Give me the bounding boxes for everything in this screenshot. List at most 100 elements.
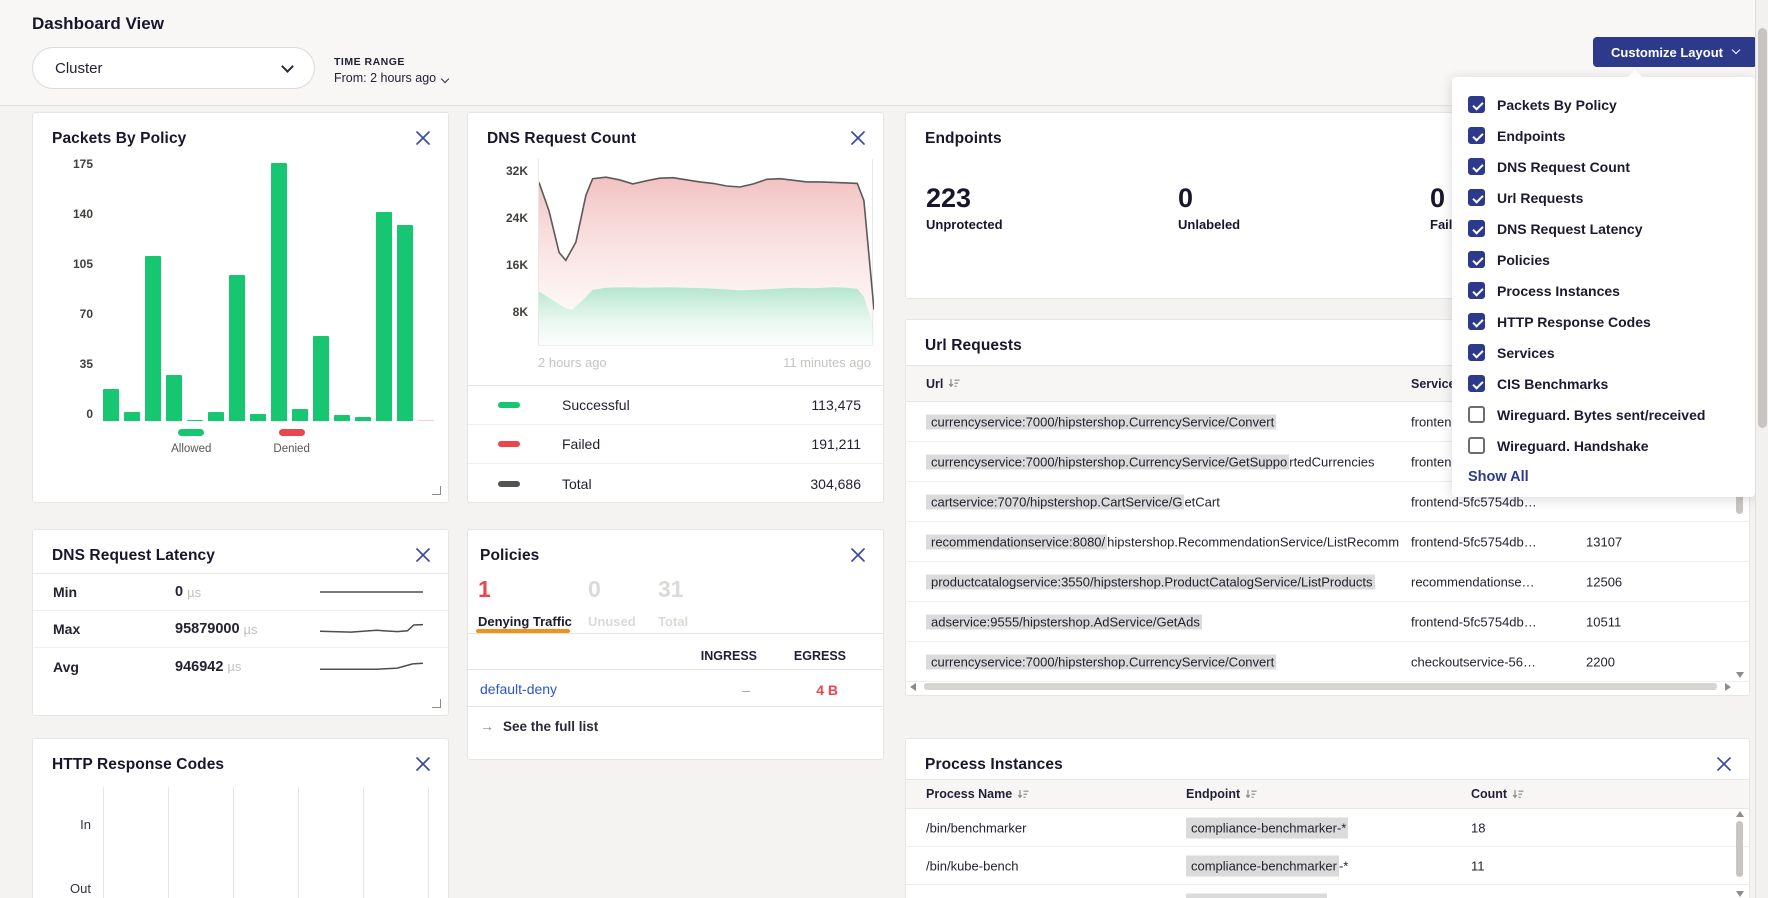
- scroll-right-icon[interactable]: [1725, 683, 1731, 691]
- vertical-scrollbar[interactable]: [1735, 811, 1745, 897]
- checkbox[interactable]: [1468, 375, 1485, 392]
- resize-handle[interactable]: [432, 486, 441, 495]
- card-title: Endpoints: [925, 130, 1002, 148]
- menu-item-cis-benchmarks[interactable]: CIS Benchmarks: [1452, 368, 1755, 399]
- scroll-down-icon[interactable]: [1736, 672, 1744, 678]
- bar: [208, 412, 224, 421]
- chevron-down-icon: [1732, 46, 1740, 54]
- stat-unprotected: 223 Unprotected: [926, 183, 1178, 232]
- checkbox[interactable]: [1468, 437, 1485, 454]
- card-title: Process Instances: [925, 756, 1063, 774]
- column-header-count[interactable]: Count: [1471, 787, 1524, 801]
- sort-icon: [1017, 789, 1029, 800]
- cluster-select[interactable]: Cluster: [32, 47, 315, 89]
- policy-ingress-value: –: [742, 682, 750, 698]
- x-axis: 2 hours ago 11 minutes ago: [538, 355, 871, 370]
- bar: [124, 412, 140, 421]
- menu-item-packets-by-policy[interactable]: Packets By Policy: [1452, 89, 1755, 120]
- sort-icon: [948, 378, 960, 389]
- close-icon[interactable]: [849, 546, 867, 564]
- horizontal-scrollbar[interactable]: [910, 681, 1731, 692]
- menu-item-endpoints[interactable]: Endpoints: [1452, 120, 1755, 151]
- customize-layout-dropdown: Packets By Policy Endpoints DNS Request …: [1452, 77, 1755, 497]
- scroll-up-icon[interactable]: [1736, 811, 1744, 817]
- menu-item-wireguard-bytes[interactable]: Wireguard. Bytes sent/received: [1452, 399, 1755, 430]
- category-out: Out: [47, 881, 91, 896]
- menu-item-http-response-codes[interactable]: HTTP Response Codes: [1452, 306, 1755, 337]
- checkbox[interactable]: [1468, 313, 1485, 330]
- dns-request-latency-card: DNS Request Latency Min 0 µs Max 9587900…: [32, 529, 449, 716]
- tab-denying-traffic[interactable]: 1 Denying Traffic: [478, 576, 572, 629]
- checkbox[interactable]: [1468, 127, 1485, 144]
- menu-item-process-instances[interactable]: Process Instances: [1452, 275, 1755, 306]
- scrollbar-thumb[interactable]: [924, 683, 1717, 690]
- menu-item-dns-request-count[interactable]: DNS Request Count: [1452, 151, 1755, 182]
- latency-row-max: Max 95879000 µs: [33, 611, 448, 648]
- category-in: In: [47, 817, 91, 832]
- sort-icon: [1245, 789, 1257, 800]
- max-sparkline: [319, 618, 424, 640]
- resize-handle[interactable]: [432, 699, 441, 708]
- y-tick: 8K: [484, 305, 528, 319]
- y-tick: 175: [49, 157, 93, 171]
- x-tick-start: 2 hours ago: [538, 355, 607, 370]
- divider: [468, 706, 883, 707]
- checkbox[interactable]: [1468, 406, 1485, 423]
- checkbox[interactable]: [1468, 344, 1485, 361]
- avg-sparkline: [319, 656, 424, 678]
- close-icon[interactable]: [414, 546, 432, 564]
- dns-area-chart: [538, 159, 873, 346]
- scrollbar-thumb[interactable]: [1736, 821, 1743, 877]
- chart-legend: Successful 113,475 Failed 191,211 Total …: [468, 385, 883, 503]
- column-header-endpoint[interactable]: Endpoint: [1186, 787, 1257, 801]
- table-row: productcatalogservice:3550/hipstershop.P…: [906, 562, 1749, 602]
- y-tick: 140: [49, 207, 93, 221]
- menu-item-policies[interactable]: Policies: [1452, 244, 1755, 275]
- menu-item-url-requests[interactable]: Url Requests: [1452, 182, 1755, 213]
- bar: [313, 336, 329, 422]
- scroll-left-icon[interactable]: [910, 683, 916, 691]
- close-icon[interactable]: [849, 129, 867, 147]
- column-header-process-name[interactable]: Process Name: [926, 787, 1029, 801]
- scroll-down-icon[interactable]: [1736, 891, 1744, 897]
- bar: [250, 414, 266, 421]
- close-icon[interactable]: [414, 755, 432, 773]
- column-header-egress: EGRESS: [794, 649, 846, 663]
- checkbox[interactable]: [1468, 251, 1485, 268]
- tab-total[interactable]: 31 Total: [658, 576, 688, 629]
- checkbox[interactable]: [1468, 282, 1485, 299]
- policy-link[interactable]: default-deny: [480, 681, 557, 697]
- checkbox[interactable]: [1468, 96, 1485, 113]
- menu-item-dns-request-latency[interactable]: DNS Request Latency: [1452, 213, 1755, 244]
- column-header-url[interactable]: Url: [926, 377, 960, 391]
- divider: [468, 669, 883, 670]
- successful-swatch: [498, 402, 520, 408]
- checkbox[interactable]: [1468, 189, 1485, 206]
- menu-item-services[interactable]: Services: [1452, 337, 1755, 368]
- table-row: benchmarker compliance-benchmarker-* 9: [906, 885, 1749, 898]
- page-title: Dashboard View: [32, 14, 164, 34]
- checkbox[interactable]: [1468, 158, 1485, 175]
- y-tick: 24K: [484, 211, 528, 225]
- page-scrollbar[interactable]: [1755, 0, 1768, 898]
- see-full-list-link[interactable]: → See the full list: [480, 718, 598, 734]
- total-swatch: [498, 481, 520, 487]
- http-chart-grid: [103, 787, 434, 898]
- table-row: /bin/kube-bench compliance-benchmarker-*…: [906, 847, 1749, 885]
- table-row: /bin/benchmarker compliance-benchmarker-…: [906, 809, 1749, 847]
- failed-swatch: [498, 441, 520, 447]
- scrollbar-thumb[interactable]: [1758, 28, 1767, 428]
- show-all-link[interactable]: Show All: [1468, 469, 1739, 485]
- y-tick: 35: [49, 357, 93, 371]
- time-range-from[interactable]: From: 2 hours ago: [334, 71, 448, 85]
- http-response-codes-card: HTTP Response Codes In Out: [32, 738, 449, 898]
- tab-unused[interactable]: 0 Unused: [588, 576, 636, 629]
- customize-layout-button[interactable]: Customize Layout: [1593, 37, 1757, 67]
- allowed-swatch: [178, 429, 204, 436]
- close-icon[interactable]: [414, 129, 432, 147]
- menu-item-wireguard-handshake[interactable]: Wireguard. Handshake: [1452, 430, 1755, 461]
- checkbox[interactable]: [1468, 220, 1485, 237]
- y-tick: 105: [49, 257, 93, 271]
- cluster-select-value: Cluster: [55, 60, 103, 77]
- close-icon[interactable]: [1715, 755, 1733, 773]
